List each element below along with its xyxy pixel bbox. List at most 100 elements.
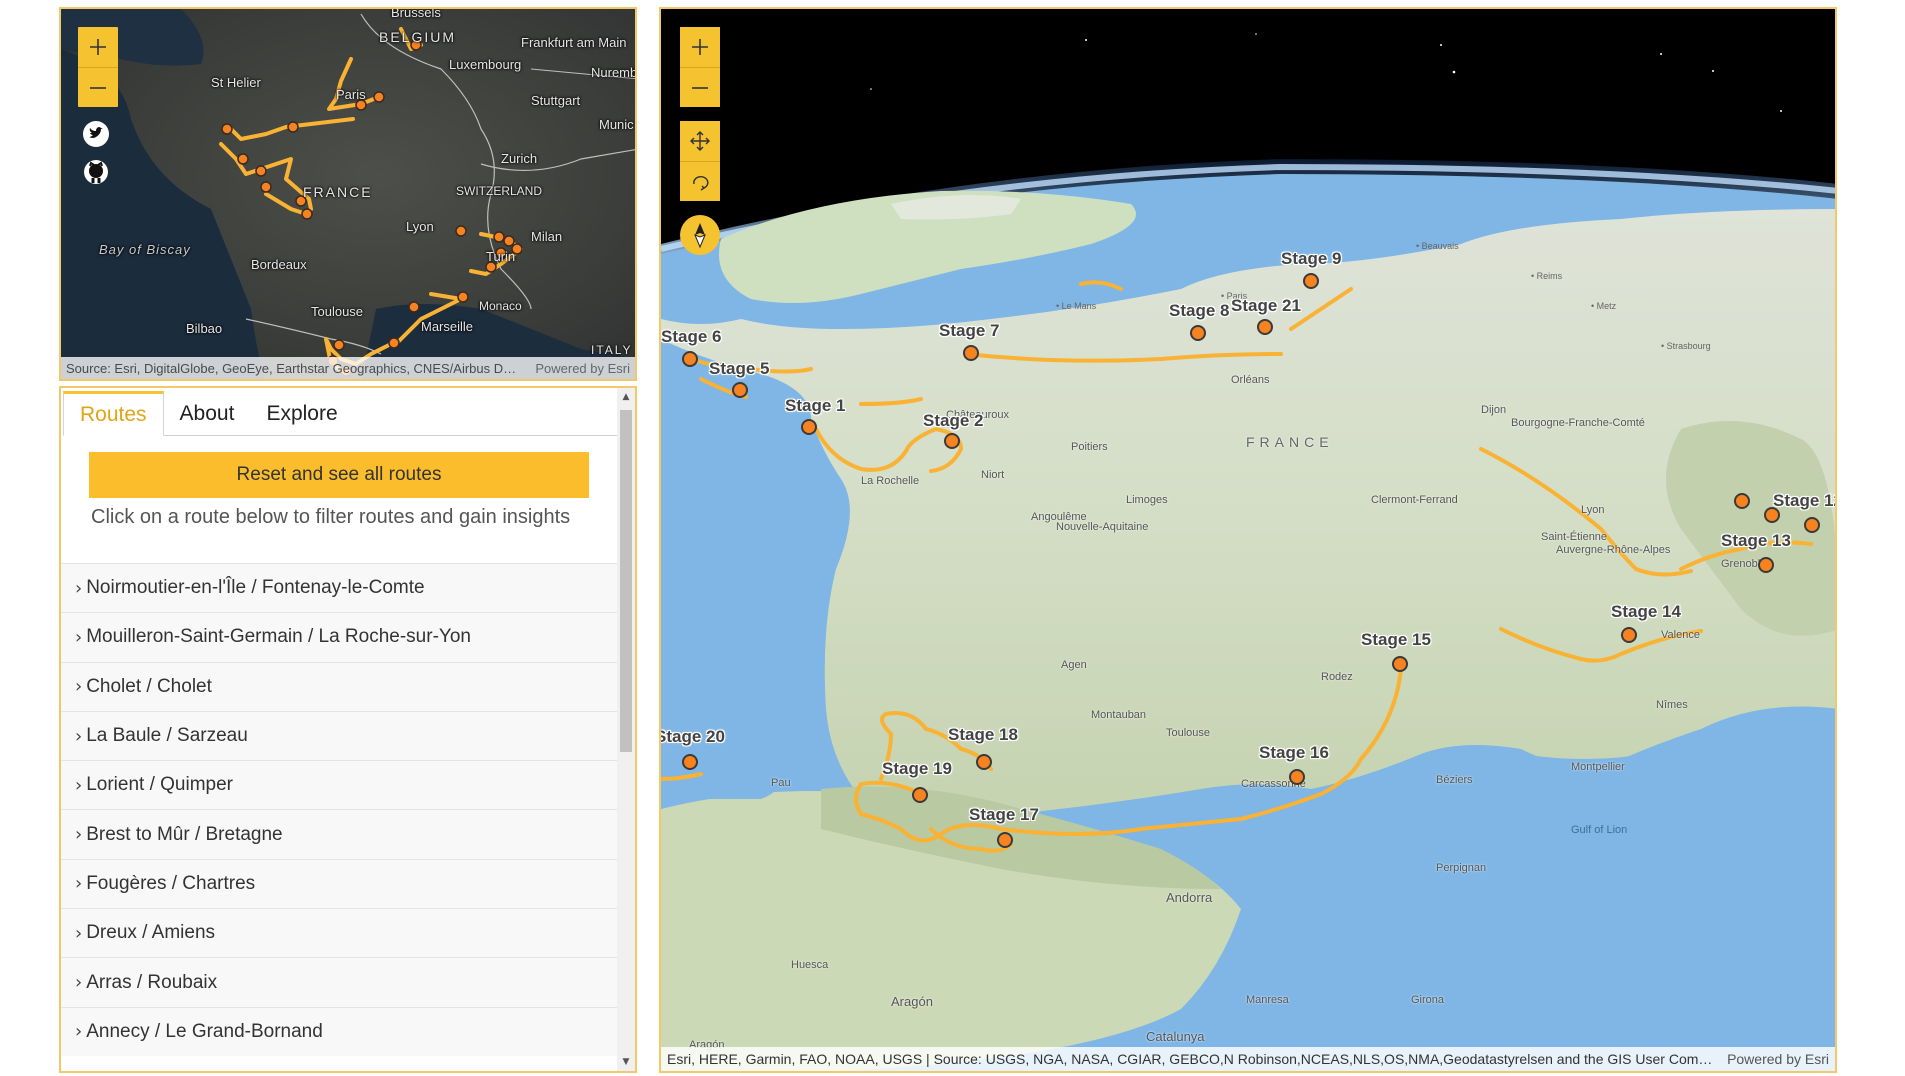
stage-marker[interactable] <box>682 754 698 770</box>
chevron-right-icon: › <box>75 972 83 994</box>
route-item[interactable]: › Noirmoutier-en-l'Île / Fontenay-le-Comt… <box>61 563 619 613</box>
compass-button[interactable] <box>680 215 720 255</box>
stage-marker[interactable] <box>1392 656 1408 672</box>
stage-marker[interactable] <box>1303 273 1319 289</box>
compass-icon <box>694 223 706 249</box>
stage-marker[interactable] <box>1190 325 1206 341</box>
route-item[interactable]: › Cholet / Cholet <box>61 661 619 711</box>
plus-icon <box>90 39 106 55</box>
chevron-right-icon: › <box>75 922 83 944</box>
overview-zoom-in-button[interactable] <box>78 27 118 67</box>
scene-attribution-source: Esri, HERE, Garmin, FAO, NOAA, USGS | So… <box>667 1051 1714 1067</box>
panel-tabs: Routes About Explore <box>63 391 618 436</box>
stage-marker[interactable] <box>1257 319 1273 335</box>
route-item[interactable]: › La Baule / Sarzeau <box>61 710 619 761</box>
stage-marker[interactable] <box>801 419 817 435</box>
map-label-milan: Milan <box>531 229 563 244</box>
scene-zoom-out-button[interactable] <box>680 67 720 107</box>
map-label-bordeaux: Bordeaux <box>251 257 307 272</box>
scene-label-toulouse: Toulouse <box>1166 727 1211 739</box>
stage-label: Stage 14 <box>1611 602 1681 621</box>
overview-powered-by[interactable]: Powered by Esri <box>535 361 630 376</box>
tab-about[interactable]: About <box>164 391 251 436</box>
map-label-paris: Paris <box>336 87 366 102</box>
reset-routes-button[interactable]: Reset and see all routes <box>89 452 589 498</box>
scroll-up-icon[interactable]: ▲ <box>617 388 635 406</box>
twitter-link[interactable] <box>81 119 111 149</box>
scene-label-bourgogne: Bourgogne-Franche-Comté <box>1511 417 1645 429</box>
scene-label-dijon: Dijon <box>1481 404 1507 416</box>
scene-attribution: Esri, HERE, Garmin, FAO, NOAA, USGS | So… <box>661 1047 1835 1071</box>
stage-marker[interactable] <box>1758 557 1774 573</box>
scene-label-rodez: Rodez <box>1321 671 1353 683</box>
scene-view[interactable]: • Le Mans • Paris • Beauvais • Reims • M… <box>659 7 1837 1073</box>
stage-marker[interactable] <box>1804 517 1820 533</box>
route-item[interactable]: › Lorient / Quimper <box>61 760 619 810</box>
stage-label: Stage 5 <box>709 359 770 378</box>
chevron-right-icon: › <box>75 626 83 648</box>
route-name: La Baule / Sarzeau <box>86 725 248 747</box>
svg-text:• Reims: • Reims <box>1531 271 1563 281</box>
overview-zoom-out-button[interactable] <box>78 67 118 107</box>
scene-label-clermont: Clermont-Ferrand <box>1371 494 1458 506</box>
map-label-brussels: Brussels <box>391 7 441 20</box>
scroll-thumb[interactable] <box>620 410 632 752</box>
tab-explore[interactable]: Explore <box>250 391 353 436</box>
map-label-belgium: BELGIUM <box>379 29 457 45</box>
stage-marker[interactable] <box>1734 493 1750 509</box>
stage-marker[interactable] <box>1621 627 1637 643</box>
stage-marker[interactable] <box>732 382 748 398</box>
svg-text:• Strasbourg: • Strasbourg <box>1661 341 1711 351</box>
stage-marker[interactable] <box>997 832 1013 848</box>
svg-text:• Metz: • Metz <box>1591 301 1617 311</box>
route-name: Noirmoutier-en-l'Île / Fontenay-le-Comte <box>86 577 425 599</box>
scene-label-lyon: Lyon <box>1581 504 1605 516</box>
minus-icon <box>90 86 106 89</box>
scroll-down-icon[interactable]: ▼ <box>617 1053 635 1071</box>
scene-label-agen: Agen <box>1061 659 1087 671</box>
route-item[interactable]: › Mouilleron-Saint-Germain / La Roche-sur… <box>61 612 619 662</box>
scene-label-perpignan: Perpignan <box>1436 862 1487 874</box>
scene-navigation-controls <box>680 121 720 201</box>
scene-label-huesca: Huesca <box>791 959 829 971</box>
scene-label-nimes: Nîmes <box>1656 699 1688 711</box>
rotate-button[interactable] <box>680 161 720 201</box>
scene-zoom-in-button[interactable] <box>680 27 720 67</box>
route-item[interactable]: › Dreux / Amiens <box>61 908 619 958</box>
stage-label: Stage 18 <box>948 725 1018 744</box>
route-item[interactable]: › Annecy / Le Grand-Bornand <box>61 1006 619 1056</box>
stage-marker[interactable] <box>682 351 698 367</box>
stage-label: Stage 20 <box>659 727 725 746</box>
scene-label-montauban: Montauban <box>1091 709 1147 721</box>
route-item[interactable]: › Fougères / Chartres <box>61 858 619 909</box>
scene-label-manresa: Manresa <box>1246 994 1289 1006</box>
panel-scrollbar[interactable]: ▲ ▼ <box>617 388 635 1071</box>
map-label-munich: Munic <box>599 117 634 132</box>
overview-map[interactable]: BELGIUM Brussels Frankfurt am Main Luxem… <box>59 7 637 381</box>
stage-marker[interactable] <box>1289 769 1305 785</box>
route-item[interactable]: › Arras / Roubaix <box>61 957 619 1007</box>
scene-terrain: • Le Mans • Paris • Beauvais • Reims • M… <box>661 9 1835 1071</box>
stage-marker[interactable] <box>912 787 928 803</box>
stage-marker[interactable] <box>1764 507 1780 523</box>
overview-zoom-controls <box>78 27 118 107</box>
stage-marker[interactable] <box>963 345 979 361</box>
chevron-right-icon: › <box>75 725 83 747</box>
stage-marker[interactable] <box>944 433 960 449</box>
map-label-zurich: Zurich <box>501 151 538 166</box>
route-list: › Noirmoutier-en-l'Île / Fontenay-le-Comt… <box>61 563 619 1056</box>
github-link[interactable] <box>81 157 111 187</box>
pan-button[interactable] <box>680 121 720 161</box>
map-label-switzerland: SWITZERLAND <box>456 184 543 198</box>
scene-label-orleans: Orléans <box>1231 374 1270 386</box>
map-label-bay-of-biscay: Bay of Biscay <box>99 242 191 257</box>
route-item[interactable]: › Brest to Mûr / Bretagne <box>61 809 619 859</box>
stage-marker[interactable] <box>976 754 992 770</box>
twitter-icon <box>83 121 109 147</box>
tab-routes[interactable]: Routes <box>63 391 164 436</box>
scene-label-valence: Valence <box>1661 629 1700 641</box>
scene-label-aragon: Aragón <box>891 994 933 1009</box>
scene-zoom-controls <box>680 27 720 107</box>
map-label-luxembourg: Luxembourg <box>449 57 522 72</box>
scene-powered-by[interactable]: Powered by Esri <box>1727 1051 1829 1067</box>
